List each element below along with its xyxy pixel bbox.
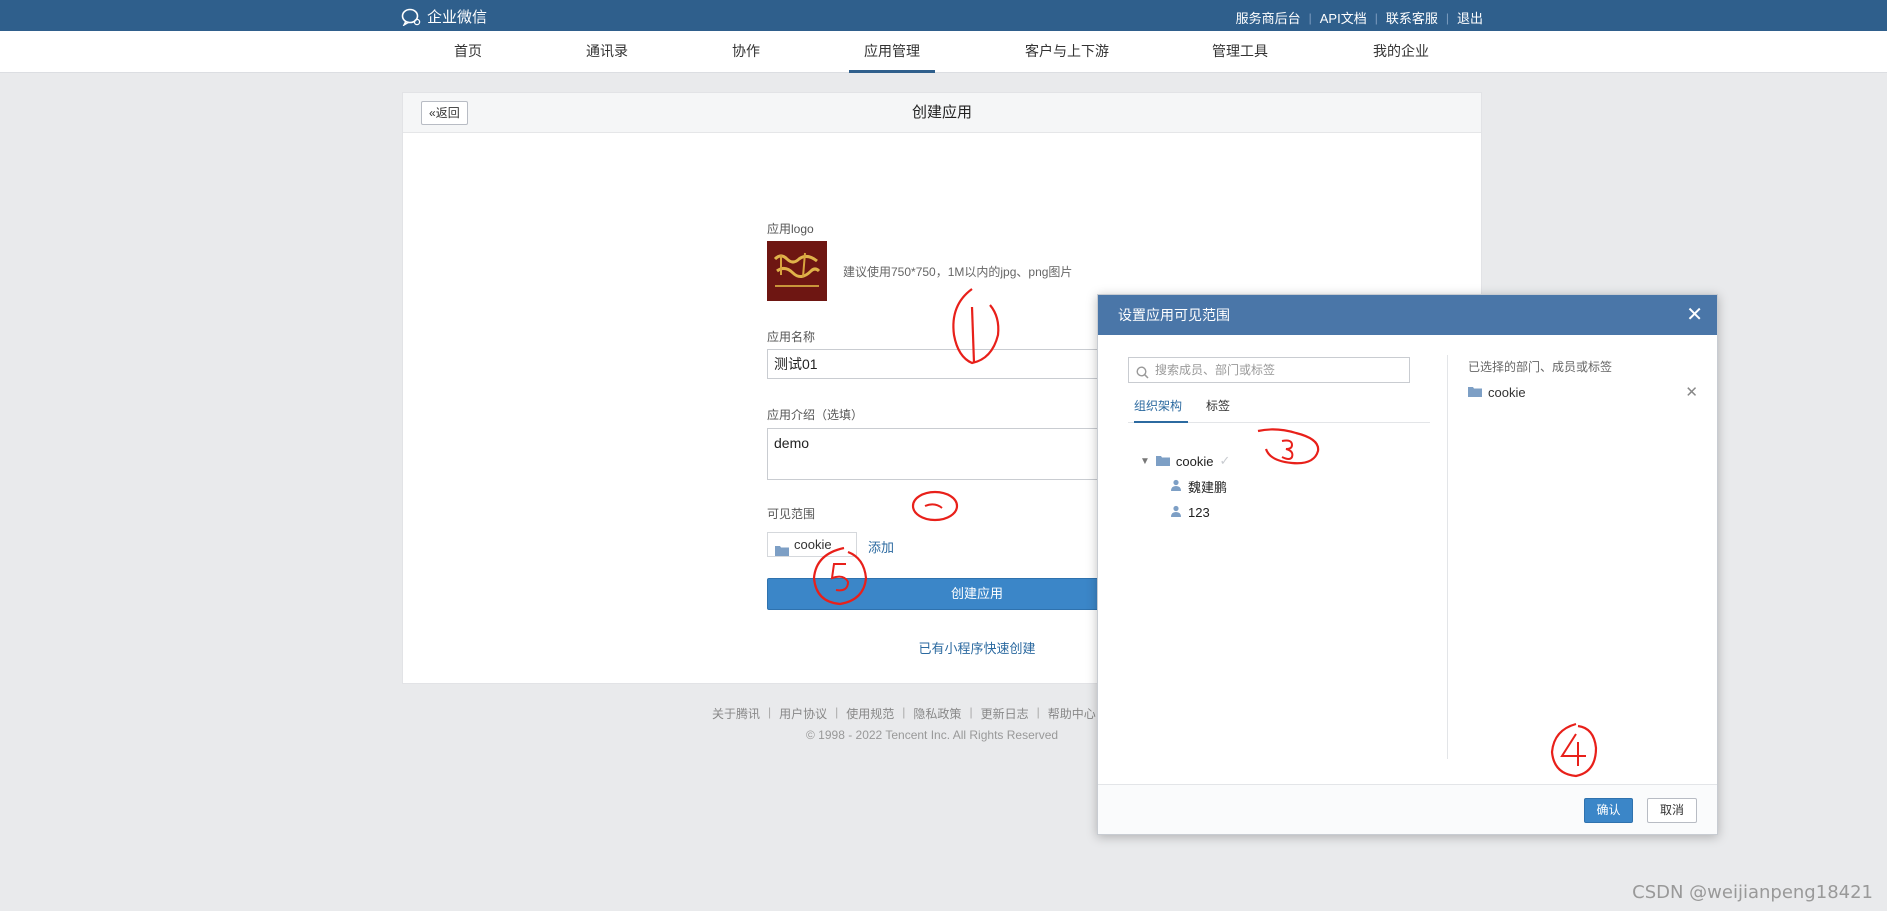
divider: | (1445, 10, 1449, 25)
confirm-button[interactable]: 确认 (1584, 798, 1633, 823)
nav-home[interactable]: 首页 (448, 31, 488, 73)
nav-contacts[interactable]: 通讯录 (582, 31, 632, 73)
logo-label: 应用logo (767, 222, 814, 236)
footer-link-changelog[interactable]: 更新日志 (981, 705, 1029, 722)
search-icon (1136, 363, 1149, 387)
user-icon (1170, 505, 1182, 520)
card-header: «返回 创建应用 (403, 93, 1481, 133)
intro-label: 应用介绍（选填） (767, 408, 864, 422)
folder-icon (775, 540, 789, 563)
divider: | (1036, 705, 1040, 719)
scope-label: 可见范围 (767, 507, 816, 521)
main-nav: 首页 通讯录 协作 应用管理 客户与上下游 管理工具 我的企业 (0, 31, 1887, 73)
footer-link-rules[interactable]: 使用规范 (846, 705, 894, 722)
link-api-docs[interactable]: API文档 (1320, 8, 1367, 27)
folder-icon (1468, 385, 1482, 400)
divider: | (902, 705, 906, 719)
back-label: 返回 (435, 106, 460, 120)
tab-tags[interactable]: 标签 (1206, 395, 1234, 423)
back-button[interactable]: «返回 (421, 101, 468, 125)
divider: | (1308, 10, 1312, 25)
top-links: 服务商后台 | API文档 | 联系客服 | 退出 (1236, 8, 1483, 27)
selected-item: cookie ✕ (1468, 383, 1698, 401)
page-title: 创建应用 (911, 104, 972, 121)
divider: | (768, 705, 772, 719)
footer-link-about[interactable]: 关于腾讯 (712, 705, 760, 722)
selected-item-label: cookie (1488, 385, 1526, 400)
tree-node-label: cookie (1175, 453, 1214, 469)
user-icon (1170, 479, 1182, 494)
double-chevron-left-icon: « (429, 106, 436, 120)
remove-icon[interactable]: ✕ (1685, 383, 1698, 401)
footer-link-privacy[interactable]: 隐私政策 (913, 705, 961, 722)
add-scope-link[interactable]: 添加 (868, 537, 894, 556)
modal-header: 设置应用可见范围 ✕ (1098, 295, 1717, 335)
visibility-scope-modal: 设置应用可见范围 ✕ 搜索成员、部门或标签 组织架构 标签 ▼ cookie ✓ (1097, 294, 1718, 835)
footer-links: 关于腾讯 | 用户协议 | 使用规范 | 隐私政策 | 更新日志 | 帮助中心 (712, 705, 1096, 722)
nav-app-management[interactable]: 应用管理 (849, 31, 935, 73)
link-provider-console[interactable]: 服务商后台 (1236, 8, 1301, 27)
tree-node-cookie[interactable]: ▼ cookie ✓ (1140, 453, 1230, 469)
scope-chip-label: cookie (794, 537, 832, 552)
footer-link-help[interactable]: 帮助中心 (1048, 705, 1096, 722)
tree-member-2[interactable]: 123 (1170, 505, 1210, 520)
brand[interactable]: 企业微信 (401, 6, 487, 27)
modal-footer: 确认 取消 (1098, 784, 1717, 834)
divider: | (1374, 10, 1378, 25)
org-picker: 搜索成员、部门或标签 组织架构 标签 ▼ cookie ✓ 魏建鹏 123 (1098, 335, 1448, 765)
name-label: 应用名称 (767, 330, 816, 344)
top-bar: 企业微信 服务商后台 | API文档 | 联系客服 | 退出 (0, 0, 1887, 31)
member-name: 123 (1188, 505, 1210, 520)
member-search-input[interactable]: 搜索成员、部门或标签 (1128, 357, 1410, 383)
picker-tabs: 组织架构 标签 (1128, 395, 1430, 423)
link-logout[interactable]: 退出 (1457, 8, 1483, 27)
divider: | (835, 705, 839, 719)
tab-org-structure[interactable]: 组织架构 (1134, 395, 1188, 423)
modal-title: 设置应用可见范围 (1118, 307, 1230, 323)
folder-icon (1155, 454, 1170, 469)
scope-chip[interactable]: cookie (767, 532, 857, 557)
divider (1447, 355, 1448, 759)
app-logo-image[interactable] (767, 241, 827, 301)
wecom-logo-icon (401, 8, 423, 26)
cancel-button[interactable]: 取消 (1647, 798, 1697, 823)
caret-down-icon[interactable]: ▼ (1140, 456, 1150, 467)
member-name: 魏建鹏 (1188, 480, 1228, 495)
link-support[interactable]: 联系客服 (1386, 8, 1438, 27)
copyright: © 1998 - 2022 Tencent Inc. All Rights Re… (806, 728, 1059, 742)
tree-member-1[interactable]: 魏建鹏 (1170, 477, 1227, 496)
nav-admin-tools[interactable]: 管理工具 (1207, 31, 1273, 73)
footer-link-terms[interactable]: 用户协议 (779, 705, 827, 722)
close-icon[interactable]: ✕ (1686, 295, 1703, 335)
selected-title: 已选择的部门、成员或标签 (1468, 360, 1613, 374)
logo-hint: 建议使用750*750，1M以内的jpg、png图片 (843, 265, 1073, 279)
brand-name: 企业微信 (427, 9, 488, 26)
nav-my-enterprise[interactable]: 我的企业 (1368, 31, 1434, 73)
watermark: CSDN @weijianpeng18421 (1632, 882, 1873, 903)
nav-collaboration[interactable]: 协作 (726, 31, 766, 73)
check-icon: ✓ (1219, 453, 1231, 468)
search-placeholder: 搜索成员、部门或标签 (1155, 363, 1276, 377)
divider: | (969, 705, 973, 719)
nav-customers[interactable]: 客户与上下游 (1019, 31, 1115, 73)
